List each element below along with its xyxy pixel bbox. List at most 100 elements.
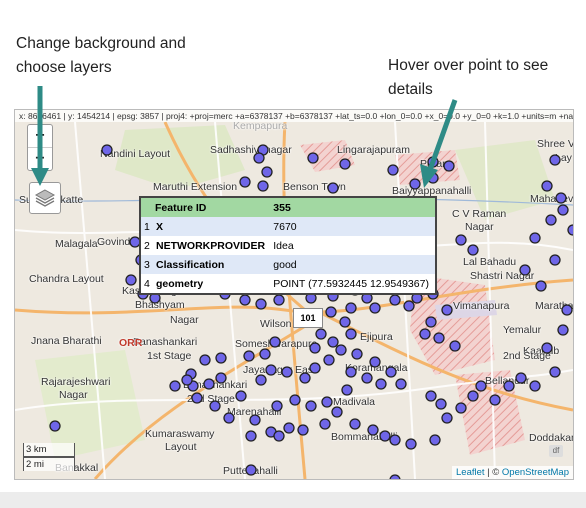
map-point-marker[interactable] <box>125 274 137 286</box>
map-point-marker[interactable] <box>503 380 515 392</box>
map-point-marker[interactable] <box>169 380 181 392</box>
map-point-marker[interactable] <box>341 384 353 396</box>
map-point-marker[interactable] <box>361 372 373 384</box>
map-point-marker[interactable] <box>319 418 331 430</box>
map-point-marker[interactable] <box>541 180 553 192</box>
map-point-marker[interactable] <box>339 158 351 170</box>
map-point-marker[interactable] <box>395 378 407 390</box>
map-point-marker[interactable] <box>305 400 317 412</box>
map-point-marker[interactable] <box>419 328 431 340</box>
map-point-marker[interactable] <box>541 342 553 354</box>
map-point-marker[interactable] <box>425 390 437 402</box>
cluster-badge[interactable]: 101 <box>293 308 323 328</box>
map-point-marker[interactable] <box>433 332 445 344</box>
map-point-marker[interactable] <box>265 364 277 376</box>
map-point-marker[interactable] <box>385 366 397 378</box>
map-point-marker[interactable] <box>49 420 61 432</box>
map-point-marker[interactable] <box>345 302 357 314</box>
map-point-marker[interactable] <box>273 430 285 442</box>
map-point-marker[interactable] <box>259 348 271 360</box>
map-point-marker[interactable] <box>475 380 487 392</box>
map-point-marker[interactable] <box>427 172 439 184</box>
map-point-marker[interactable] <box>455 234 467 246</box>
map-point-marker[interactable] <box>235 390 247 402</box>
map-point-marker[interactable] <box>223 412 235 424</box>
map-point-marker[interactable] <box>567 224 573 236</box>
map-point-marker[interactable] <box>549 366 561 378</box>
map-point-marker[interactable] <box>273 294 285 306</box>
zoom-in-button[interactable]: + <box>28 125 52 148</box>
map-point-marker[interactable] <box>441 304 453 316</box>
map-point-marker[interactable] <box>519 264 531 276</box>
map-point-marker[interactable] <box>379 430 391 442</box>
map-point-marker[interactable] <box>555 192 567 204</box>
map-point-marker[interactable] <box>545 214 557 226</box>
map-point-marker[interactable] <box>529 232 541 244</box>
map-point-marker[interactable] <box>335 344 347 356</box>
map-point-marker[interactable] <box>441 412 453 424</box>
map-point-marker[interactable] <box>331 406 343 418</box>
map-point-marker[interactable] <box>203 378 215 390</box>
map-point-marker[interactable] <box>425 316 437 328</box>
map-point-marker[interactable] <box>455 402 467 414</box>
map-point-marker[interactable] <box>299 372 311 384</box>
map-point-marker[interactable] <box>283 422 295 434</box>
map-point-marker[interactable] <box>315 328 327 340</box>
map-point-marker[interactable] <box>535 280 547 292</box>
map-point-marker[interactable] <box>375 378 387 390</box>
map-point-marker[interactable] <box>349 418 361 430</box>
leaflet-link[interactable]: Leaflet <box>456 467 485 478</box>
map-point-marker[interactable] <box>101 144 113 156</box>
map-point-marker[interactable] <box>243 350 255 362</box>
osm-link[interactable]: OpenStreetMap <box>502 467 569 478</box>
map-point-marker[interactable] <box>403 300 415 312</box>
map-point-marker[interactable] <box>387 164 399 176</box>
map-point-marker[interactable] <box>297 424 309 436</box>
map-point-marker[interactable] <box>281 366 293 378</box>
map-point-marker[interactable] <box>435 398 447 410</box>
map-point-marker[interactable] <box>255 298 267 310</box>
map-point-marker[interactable] <box>449 340 461 352</box>
map-point-marker[interactable] <box>429 434 441 446</box>
map-point-marker[interactable] <box>515 372 527 384</box>
map-point-marker[interactable] <box>409 178 421 190</box>
map-point-marker[interactable] <box>289 394 301 406</box>
map-point-marker[interactable] <box>327 336 339 348</box>
map-point-marker[interactable] <box>245 430 257 442</box>
map-point-marker[interactable] <box>405 438 417 450</box>
map-point-marker[interactable] <box>345 328 357 340</box>
map-point-marker[interactable] <box>245 464 257 476</box>
layers-button[interactable] <box>29 182 61 214</box>
map-point-marker[interactable] <box>257 180 269 192</box>
map-point-marker[interactable] <box>427 156 439 168</box>
map-point-marker[interactable] <box>443 160 455 172</box>
map-point-marker[interactable] <box>191 392 203 404</box>
map-point-marker[interactable] <box>367 424 379 436</box>
zoom-out-button[interactable]: − <box>28 148 52 170</box>
map-point-marker[interactable] <box>249 414 261 426</box>
map-point-marker[interactable] <box>199 354 211 366</box>
map-view[interactable]: x: 8636461 | y: 1454214 | epsg: 3857 | p… <box>14 109 574 480</box>
map-point-marker[interactable] <box>369 356 381 368</box>
map-point-marker[interactable] <box>271 400 283 412</box>
map-point-marker[interactable] <box>389 434 401 446</box>
map-point-marker[interactable] <box>239 176 251 188</box>
map-point-marker[interactable] <box>557 204 569 216</box>
map-point-marker[interactable] <box>239 294 251 306</box>
map-point-marker[interactable] <box>529 380 541 392</box>
map-point-marker[interactable] <box>549 154 561 166</box>
map-point-marker[interactable] <box>261 166 273 178</box>
map-point-marker[interactable] <box>215 372 227 384</box>
map-point-marker[interactable] <box>253 152 265 164</box>
map-point-marker[interactable] <box>307 152 319 164</box>
map-point-marker[interactable] <box>255 374 267 386</box>
map-point-marker[interactable] <box>309 342 321 354</box>
map-point-marker[interactable] <box>389 474 401 479</box>
map-point-marker[interactable] <box>181 374 193 386</box>
map-point-marker[interactable] <box>467 244 479 256</box>
map-point-marker[interactable] <box>467 390 479 402</box>
map-point-marker[interactable] <box>323 354 335 366</box>
map-point-marker[interactable] <box>269 336 281 348</box>
map-point-marker[interactable] <box>561 304 573 316</box>
map-point-marker[interactable] <box>321 396 333 408</box>
